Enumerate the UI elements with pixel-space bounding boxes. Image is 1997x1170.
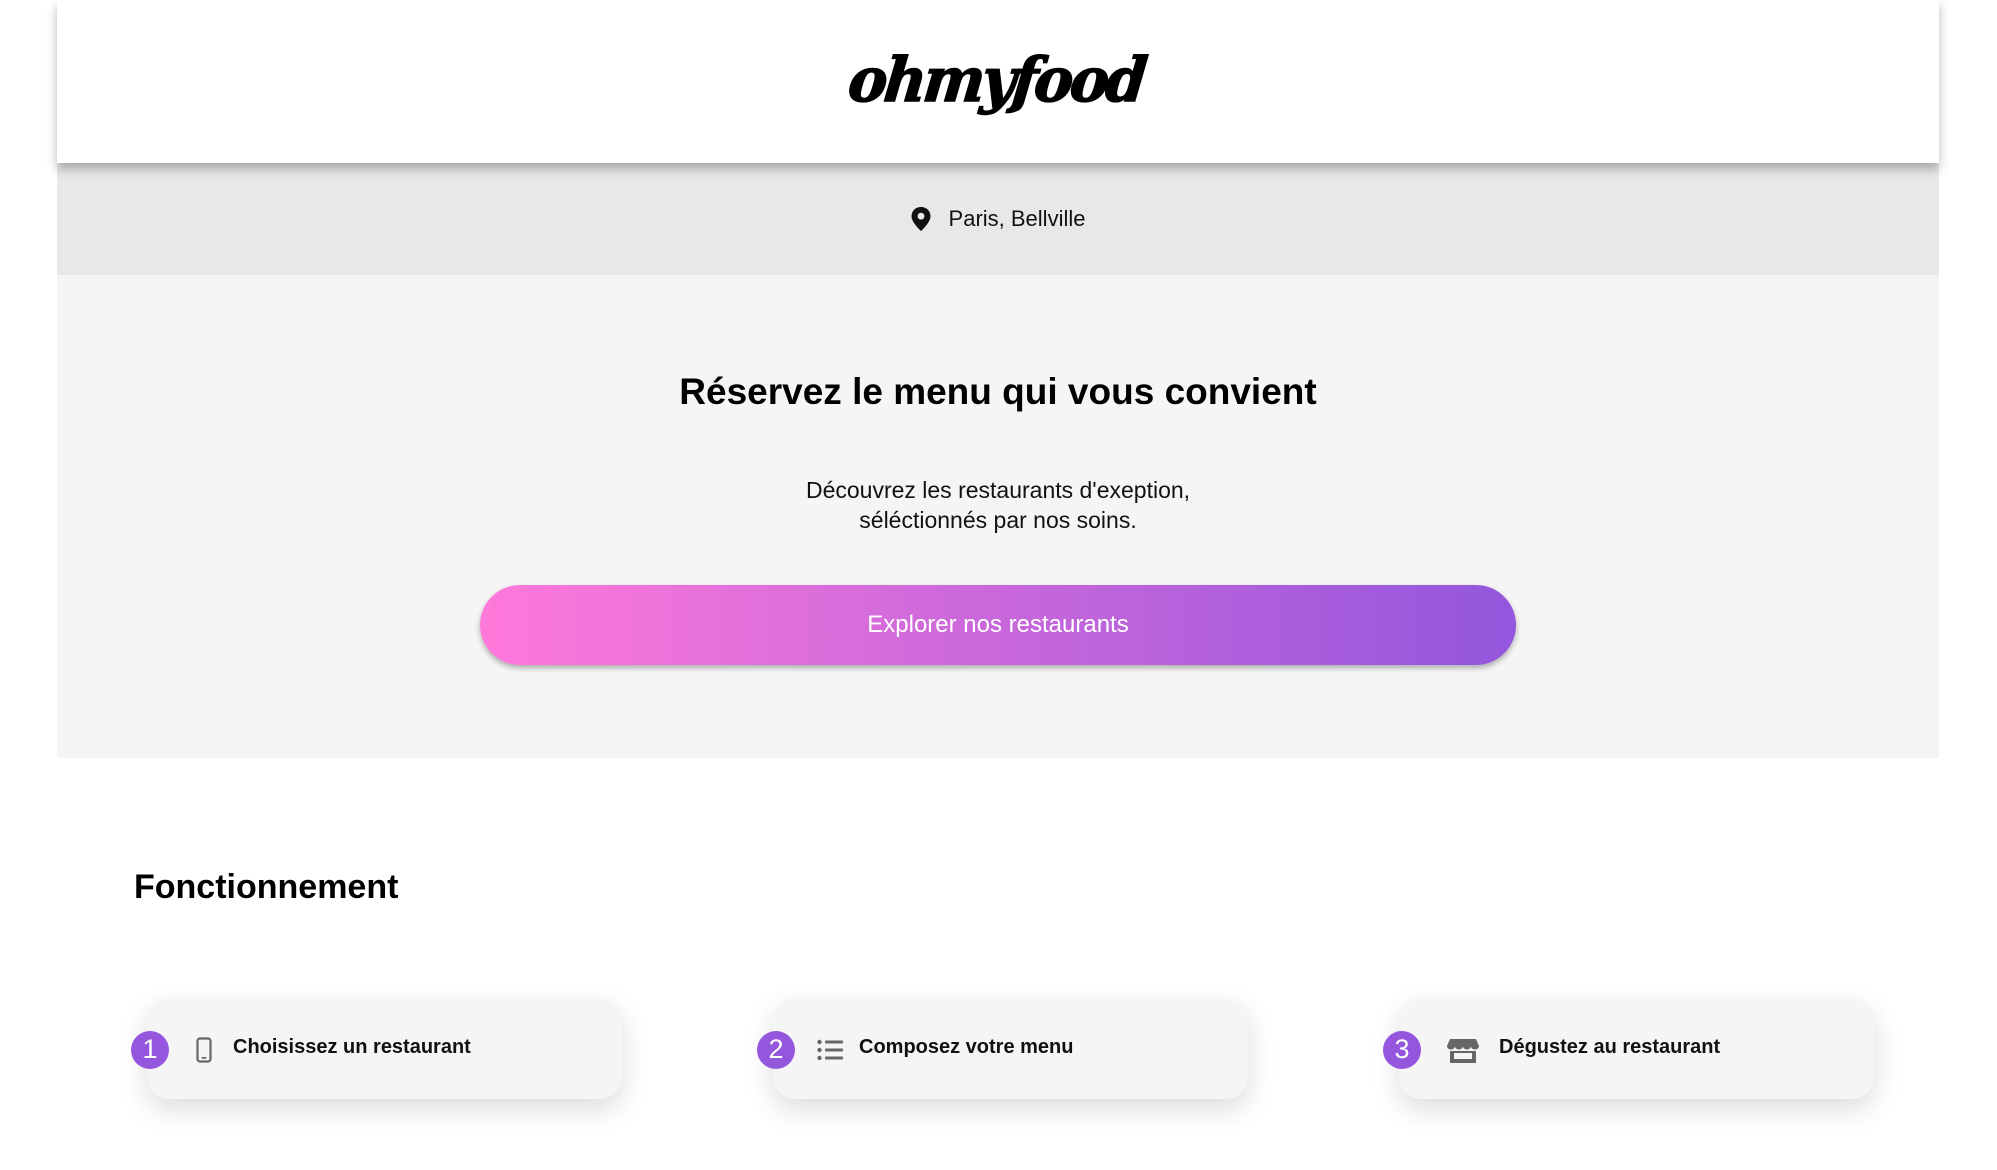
section-title-fonctionnement: Fonctionnement — [134, 868, 399, 906]
hero-subtitle: Découvrez les restaurants d'exeption, sé… — [57, 475, 1939, 535]
hero-subtitle-line-2: séléctionnés par nos soins. — [859, 507, 1137, 533]
page: ohmyfood Paris, Bellville Réservez le me… — [0, 0, 1997, 1170]
explore-restaurants-button[interactable]: Explorer nos restaurants — [480, 585, 1516, 665]
site-header: ohmyfood — [57, 0, 1939, 163]
mobile-phone-icon — [191, 1037, 217, 1063]
step-number-badge: 2 — [757, 1031, 795, 1069]
list-icon — [817, 1037, 843, 1063]
step-card-2: 2 Composez votre menu — [757, 999, 1248, 1099]
ohmyfood-logo[interactable]: ohmyfood — [844, 43, 1148, 116]
step-label: Composez votre menu — [859, 1036, 1074, 1058]
step-card-1: 1 Choisissez un restaurant — [131, 999, 622, 1099]
hero-subtitle-line-1: Découvrez les restaurants d'exeption, — [805, 477, 1191, 503]
step-number-badge: 3 — [1383, 1031, 1421, 1069]
step-label: Choisissez un restaurant — [233, 1036, 471, 1058]
step-card-3: 3 Dégustez au restaurant — [1383, 999, 1874, 1099]
step-label: Dégustez au restaurant — [1499, 1036, 1721, 1058]
location-text: Paris, Bellville — [948, 206, 1086, 231]
hero-section: Réservez le menu qui vous convient Décou… — [57, 275, 1939, 758]
step-number-badge: 1 — [131, 1031, 169, 1069]
hero-title: Réservez le menu qui vous convient — [679, 371, 1317, 412]
location-bar: Paris, Bellville — [57, 163, 1939, 275]
store-icon — [1447, 1037, 1479, 1063]
map-pin-icon — [911, 207, 931, 231]
